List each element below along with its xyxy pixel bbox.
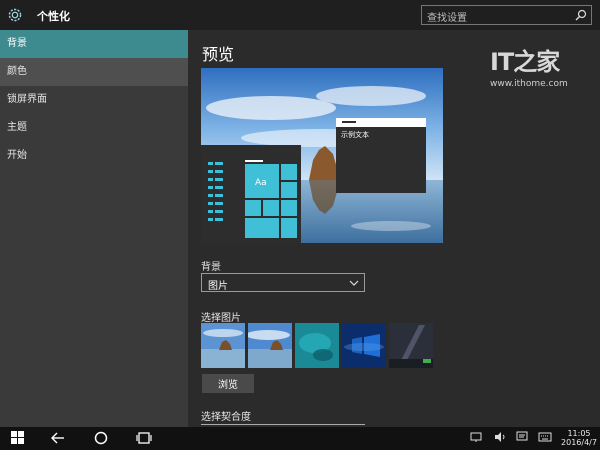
- chevron-down-icon: [349, 280, 359, 286]
- choose-picture-label: 选择图片: [201, 313, 241, 324]
- sidebar-item-label: 背景: [7, 38, 27, 49]
- preview-sample-text: 示例文本: [341, 130, 369, 139]
- back-icon[interactable]: [51, 431, 65, 445]
- clock-time: 11:05: [567, 429, 591, 438]
- gear-icon[interactable]: [6, 6, 24, 24]
- sidebar-item-themes[interactable]: 主题: [0, 114, 188, 142]
- windows-icon[interactable]: [11, 431, 24, 444]
- search-input[interactable]: 查找设置: [427, 9, 467, 24]
- search-icon[interactable]: [575, 9, 587, 21]
- background-type-value: 图片: [208, 281, 228, 292]
- background-label: 背景: [201, 262, 221, 273]
- sidebar-item-colors[interactable]: 颜色: [0, 58, 188, 86]
- picture-thumbnail-1[interactable]: [201, 323, 245, 368]
- taskbar: 11:05 2016/4/7: [0, 427, 600, 450]
- cortana-icon[interactable]: [94, 431, 108, 445]
- background-type-dropdown[interactable]: 图片: [201, 273, 365, 292]
- network-icon[interactable]: [470, 431, 482, 443]
- sidebar: 背景 颜色 锁屏界面 主题 开始: [0, 30, 188, 427]
- clock-date: 2016/4/7: [561, 438, 597, 447]
- title-bar: 个性化 查找设置: [0, 0, 600, 30]
- keyboard-icon[interactable]: [538, 431, 552, 443]
- picture-thumbnail-3[interactable]: [295, 323, 339, 368]
- fit-label: 选择契合度: [201, 412, 251, 423]
- sidebar-item-start[interactable]: 开始: [0, 142, 188, 170]
- sidebar-item-background[interactable]: 背景: [0, 30, 188, 58]
- sidebar-item-lock-screen[interactable]: 锁屏界面: [0, 86, 188, 114]
- task-view-icon[interactable]: [136, 431, 152, 445]
- picture-thumbnail-2[interactable]: [248, 323, 292, 368]
- watermark-url: www.ithome.com: [490, 79, 568, 89]
- sidebar-item-label: 颜色: [7, 66, 27, 77]
- preview-tile-label: Aa: [255, 178, 267, 188]
- watermark: IT之家 www.ithome.com: [490, 42, 568, 89]
- page-title: 预览: [202, 45, 235, 64]
- clock[interactable]: 11:05 2016/4/7: [560, 429, 598, 447]
- preview-landscape: Aa 示例文本: [201, 68, 443, 243]
- watermark-logo: IT之家: [490, 48, 560, 76]
- volume-icon[interactable]: [494, 431, 506, 443]
- sidebar-item-label: 主题: [7, 122, 27, 133]
- app-title: 个性化: [37, 10, 70, 23]
- notifications-icon[interactable]: [516, 431, 528, 443]
- picture-thumbnail-5[interactable]: [389, 323, 433, 368]
- sidebar-item-label: 锁屏界面: [7, 94, 47, 105]
- browse-button[interactable]: 浏览: [202, 374, 254, 393]
- search-box[interactable]: 查找设置: [421, 5, 592, 25]
- picture-thumbnail-4[interactable]: [342, 323, 386, 368]
- sidebar-item-label: 开始: [7, 150, 27, 161]
- background-preview: Aa 示例文本: [201, 68, 443, 243]
